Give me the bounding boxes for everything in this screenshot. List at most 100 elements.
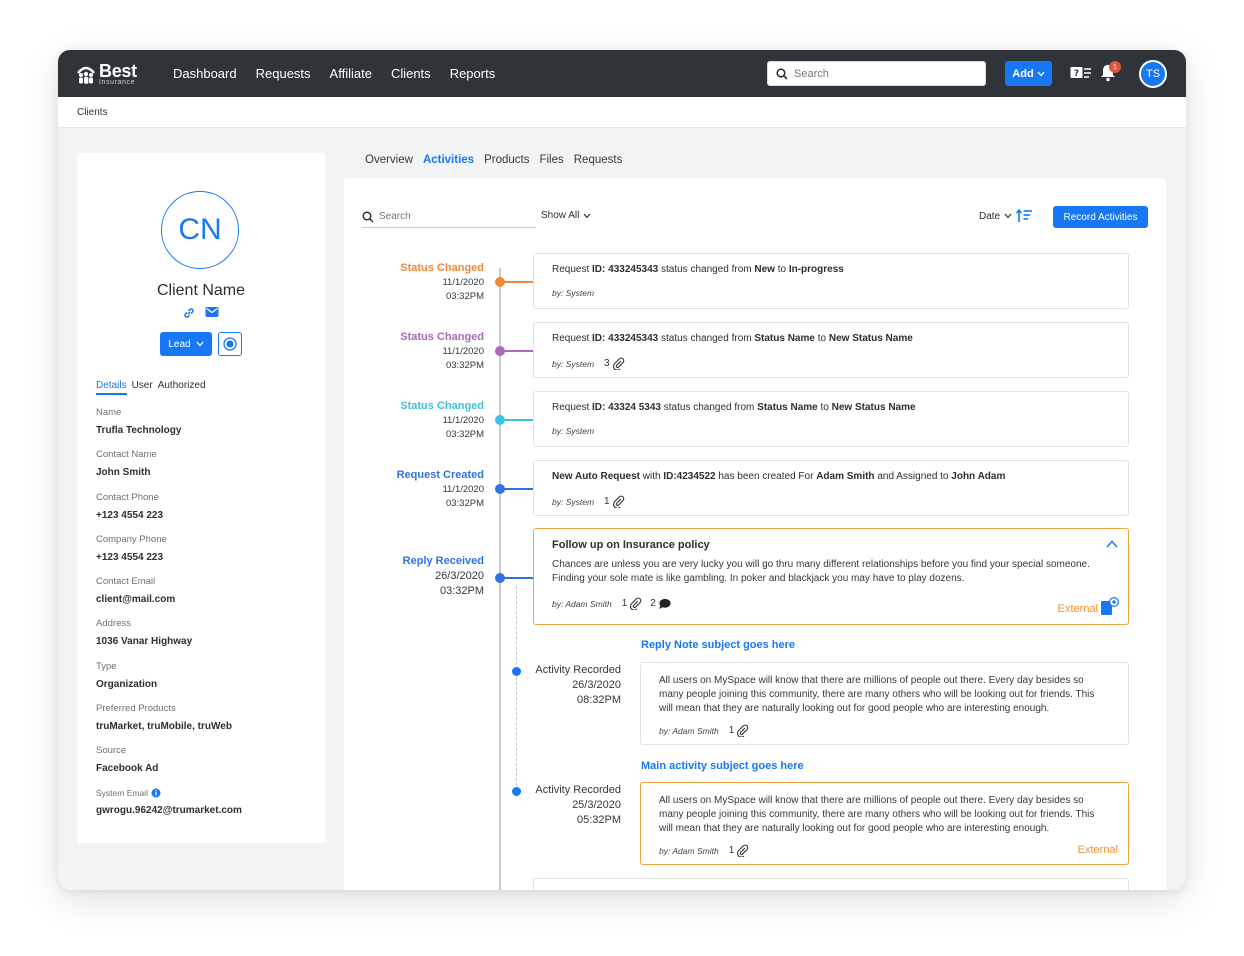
timeline-connector — [500, 350, 533, 352]
client-avatar: CN — [161, 191, 239, 269]
logo-subtext: Insurance — [99, 79, 136, 86]
activity-card[interactable] — [533, 878, 1129, 890]
sub-activity-subject[interactable]: Main activity subject goes here — [641, 760, 804, 772]
sort-icon[interactable] — [1016, 209, 1033, 223]
activity-card[interactable]: New Auto Request with ID:4234522 has bee… — [533, 460, 1129, 516]
sub-activity-label: Activity Recorded 26/3/2020 08:32PM — [494, 663, 621, 708]
add-note-icon[interactable] — [1100, 597, 1119, 616]
activity-card[interactable]: Request ID: 433245343 status changed fro… — [533, 253, 1129, 309]
activity-meta: by: Adam Smith 1 2 — [552, 597, 1110, 610]
activity-card[interactable]: Request ID: 43324 5343 status changed fr… — [533, 391, 1129, 447]
nav-requests[interactable]: Requests — [256, 66, 311, 81]
sub-activity-date: 26/3/2020 — [572, 679, 621, 691]
attachment-count-value: 1 — [621, 598, 628, 609]
info-icon[interactable] — [151, 788, 161, 798]
activity-meta: by: System — [552, 426, 1110, 436]
event-datetime: 11/1/2020 03:32PM — [344, 276, 484, 304]
nav-reports[interactable]: Reports — [450, 66, 496, 81]
activity-card[interactable]: Request ID: 433245343 status changed fro… — [533, 322, 1129, 378]
tab-requests[interactable]: Requests — [574, 154, 623, 180]
msg-part: to — [817, 402, 832, 413]
comment-icon — [658, 598, 671, 609]
msg-status-new: New Status Name — [831, 402, 916, 413]
field-value: +123 4554 223 — [96, 509, 164, 521]
chevron-down-icon — [583, 213, 591, 218]
tab-files[interactable]: Files — [539, 154, 563, 180]
sub-activity-body: All users on MySpace will know that ther… — [659, 795, 1095, 834]
record-activities-button[interactable]: Record Activities — [1053, 206, 1148, 228]
sub-activity-card[interactable]: All users on MySpace will know that ther… — [640, 782, 1129, 865]
attachment-count[interactable]: 1 — [604, 495, 625, 508]
nav-clients[interactable]: Clients — [391, 66, 431, 81]
field-value: +123 4554 223 — [96, 551, 164, 563]
add-button-label: Add — [1012, 67, 1034, 80]
nav-dashboard[interactable]: Dashboard — [173, 66, 237, 81]
field-preferred-products: Preferred Products truMarket, truMobile, … — [96, 703, 311, 745]
activity-message: New Auto Request with ID:4234522 has bee… — [552, 471, 1110, 482]
link-icon[interactable] — [182, 306, 196, 320]
date-sort-dropdown[interactable]: Date — [979, 209, 1033, 223]
msg-status-old: New — [754, 264, 775, 275]
filter-label: Show All — [541, 210, 580, 221]
attachment-count[interactable]: 3 — [604, 357, 625, 370]
comment-count[interactable]: 2 — [650, 598, 671, 610]
field-address: Address 1036 Vanar Highway — [96, 618, 311, 660]
field-label: Address — [96, 618, 131, 630]
msg-part: has been created For — [715, 471, 817, 482]
breadcrumb-clients[interactable]: Clients — [77, 107, 108, 118]
tab-activities[interactable]: Activities — [422, 154, 475, 180]
tab-details[interactable]: Details — [96, 380, 127, 395]
event-title: Status Changed — [400, 262, 484, 274]
record-button[interactable] — [218, 332, 242, 356]
logo-icon — [76, 63, 96, 85]
timeline-connector — [500, 577, 533, 579]
activity-search-input[interactable] — [379, 211, 529, 222]
field-company-phone: Company Phone +123 4554 223 — [96, 534, 311, 576]
top-navbar: Best Insurance Dashboard Requests Affili… — [58, 50, 1186, 97]
attachment-count[interactable]: 1 — [729, 844, 750, 857]
user-avatar[interactable]: TS — [1139, 60, 1167, 88]
global-search[interactable] — [767, 61, 986, 86]
lead-status-dropdown[interactable]: Lead — [160, 332, 212, 356]
sub-activity-subject[interactable]: Reply Note subject goes here — [641, 639, 795, 651]
client-tabs: Overview Activities Products Files Reque… — [365, 154, 622, 180]
msg-status-old: Status Name — [757, 402, 818, 413]
attachment-count-value: 3 — [604, 358, 610, 369]
paperclip-icon — [612, 495, 624, 508]
field-contact-email: Contact Email client@mail.com — [96, 576, 311, 618]
msg-request-type: New Auto Request — [552, 471, 640, 482]
msg-part: status changed from — [658, 333, 755, 344]
tab-authorized[interactable]: Authorized — [158, 380, 206, 395]
chevron-up-icon[interactable] — [1106, 540, 1118, 548]
tab-overview[interactable]: Overview — [365, 154, 413, 180]
field-value: Trufla Technology — [96, 425, 182, 436]
tab-products[interactable]: Products — [484, 154, 529, 180]
msg-part: to — [774, 264, 789, 275]
help-icon[interactable]: ? — [1070, 66, 1092, 82]
mail-icon[interactable] — [205, 306, 219, 318]
event-date: 11/1/2020 — [442, 484, 484, 495]
activity-search[interactable] — [362, 206, 536, 228]
sub-activity-card[interactable]: All users on MySpace will know that ther… — [640, 662, 1129, 745]
msg-part: status changed from — [660, 402, 758, 413]
sort-label: Date — [979, 210, 1001, 222]
attachment-count[interactable]: 1 — [622, 597, 643, 610]
nav-affiliate[interactable]: Affiliate — [330, 66, 372, 81]
event-time: 03:32PM — [439, 585, 484, 597]
activity-author: by: Adam Smith — [552, 598, 612, 609]
tab-user[interactable]: User — [132, 380, 153, 395]
reply-card[interactable]: Follow up on Insurance policy Chances ar… — [533, 528, 1129, 625]
activity-filter-dropdown[interactable]: Show All — [541, 210, 591, 221]
paperclip-icon — [737, 724, 749, 737]
activity-author: by: System — [552, 426, 595, 436]
breadcrumb: Clients — [58, 97, 1186, 128]
field-name: Name Trufla Technology — [96, 407, 311, 449]
msg-part: status changed from — [658, 264, 755, 275]
attachment-count[interactable]: 1 — [729, 724, 750, 737]
event-datetime: 11/1/2020 03:32PM — [344, 345, 484, 373]
activity-author: by: System — [552, 496, 595, 507]
global-search-input[interactable] — [794, 67, 974, 80]
logo[interactable]: Best Insurance — [76, 62, 137, 86]
add-button[interactable]: Add — [1005, 61, 1052, 86]
field-label: Contact Email — [96, 576, 156, 588]
